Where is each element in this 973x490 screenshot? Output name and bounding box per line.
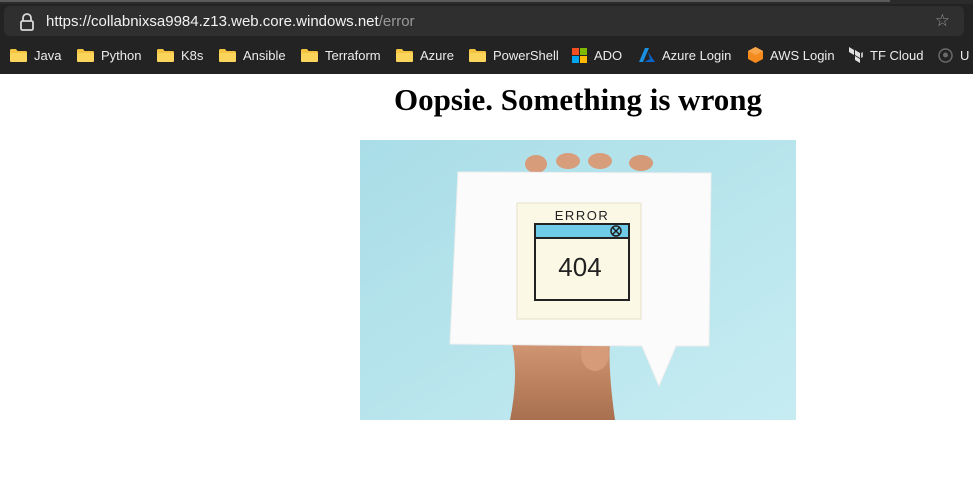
lock-icon (20, 13, 34, 31)
bookmark-label: ADO (594, 47, 623, 63)
bookmark-ansible[interactable]: Ansible (219, 43, 286, 67)
bookmark-python[interactable]: Python (77, 43, 141, 67)
bookmark-tf-cloud[interactable]: TF Cloud (848, 43, 923, 67)
bookmark-label: Python (101, 47, 142, 63)
bookmark-label: PowerShell (493, 47, 559, 63)
page-title: Oopsie. Something is wrong (393, 82, 763, 117)
bookmark-java[interactable]: Java (10, 43, 61, 67)
error-note-code: 404 (558, 252, 601, 282)
bookmark-label: Java (34, 47, 62, 63)
folder-icon (301, 48, 318, 62)
bookmark-ado[interactable]: ADO (572, 43, 622, 67)
error-404-illustration: ERROR 404 (360, 140, 796, 420)
bookmarks-bar: Java Python K8s Ansible Terraform Azure … (0, 42, 973, 74)
bookmark-powershell[interactable]: PowerShell (469, 43, 559, 67)
folder-icon (77, 48, 94, 62)
bookmark-label: TF Cloud (870, 47, 924, 63)
bookmark-label: K8s (181, 47, 204, 63)
address-bar: https://collabnixsa9984.z13.web.core.win… (0, 4, 973, 42)
error-note-title: ERROR (555, 208, 609, 223)
folder-icon (469, 48, 486, 62)
folder-icon (219, 48, 236, 62)
bookmark-label: Azure Login (662, 47, 732, 63)
bookmark-u[interactable]: U (938, 43, 969, 67)
github-logo-icon (938, 47, 953, 63)
bookmark-k8s[interactable]: K8s (157, 43, 203, 67)
folder-icon (10, 48, 27, 62)
bookmark-star-icon[interactable]: ☆ (935, 11, 950, 31)
bookmark-label: Ansible (243, 47, 286, 63)
azure-logo-icon (639, 48, 655, 62)
bookmark-aws-login[interactable]: AWS Login (748, 43, 835, 67)
url-field[interactable]: https://collabnixsa9984.z13.web.core.win… (4, 6, 964, 36)
bookmark-azure[interactable]: Azure (396, 43, 454, 67)
folder-icon (157, 48, 174, 62)
bookmark-label: Terraform (325, 47, 381, 63)
folder-icon (396, 48, 413, 62)
bookmark-label: Azure (420, 47, 454, 63)
url-host: https://collabnixsa9984.z13.web.core.win… (46, 13, 379, 30)
url-text[interactable]: https://collabnixsa9984.z13.web.core.win… (46, 13, 415, 30)
bookmark-terraform[interactable]: Terraform (301, 43, 381, 67)
url-path: /error (378, 13, 415, 30)
page-content: Oopsie. Something is wrong ERROR 404 (0, 74, 973, 490)
microsoft-logo-icon (572, 47, 587, 63)
bookmark-label: U (960, 47, 970, 63)
aws-logo-icon (748, 47, 763, 63)
bookmark-azure-login[interactable]: Azure Login (639, 43, 731, 67)
terraform-logo-icon (849, 47, 863, 63)
bookmark-label: AWS Login (770, 47, 835, 63)
